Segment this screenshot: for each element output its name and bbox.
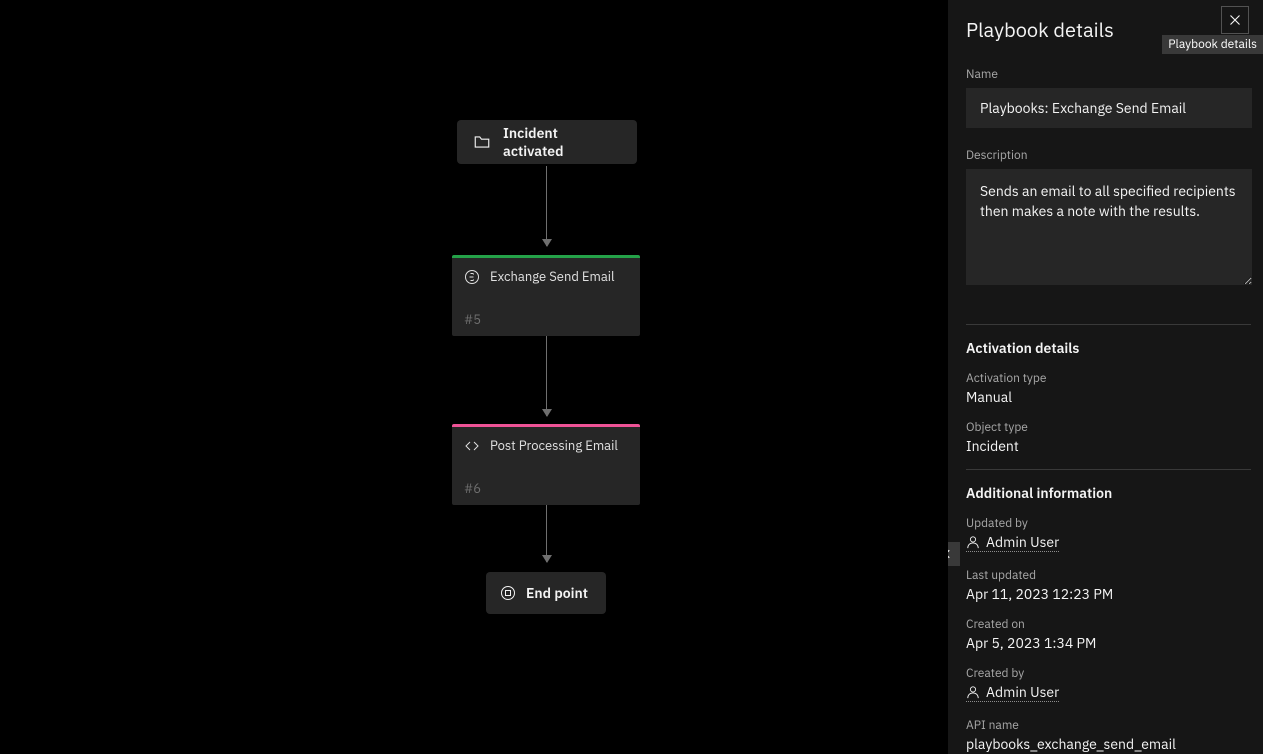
updated-by-user-link[interactable]: Admin User	[966, 533, 1059, 552]
created-by-value: Admin User	[986, 683, 1059, 701]
folder-icon	[473, 133, 491, 151]
function-icon	[464, 269, 480, 285]
description-label: Description	[966, 148, 1251, 163]
activation-type-value: Manual	[966, 388, 1251, 406]
created-on-label: Created on	[966, 617, 1251, 632]
user-icon	[966, 685, 980, 699]
collapse-panel-button[interactable]	[948, 542, 960, 566]
connector-arrow	[546, 332, 547, 416]
created-by-user-link[interactable]: Admin User	[966, 683, 1059, 702]
user-icon	[966, 535, 980, 549]
details-panel: Playbook details Playbook details Name D…	[948, 0, 1263, 754]
created-on-field: Created on Apr 5, 2023 1:34 PM	[966, 617, 1251, 652]
activation-type-label: Activation type	[966, 371, 1251, 386]
connector-arrow	[546, 502, 547, 562]
description-textarea[interactable]	[966, 169, 1252, 285]
close-tooltip: Playbook details	[1162, 35, 1263, 54]
function-node-exchange[interactable]: Exchange Send Email #5	[452, 255, 640, 336]
script-node-title: Post Processing Email	[490, 437, 618, 454]
function-node-id: #5	[464, 311, 628, 328]
start-node-label: Incident activated	[503, 124, 621, 160]
last-updated-label: Last updated	[966, 568, 1251, 583]
activation-type-field: Activation type Manual	[966, 371, 1251, 406]
flow-canvas[interactable]: Incident activated Exchange Send Email #…	[0, 0, 948, 754]
additional-info-heading: Additional information	[966, 484, 1251, 502]
stop-icon	[500, 585, 516, 601]
code-icon	[464, 438, 480, 454]
object-type-label: Object type	[966, 420, 1251, 435]
last-updated-value: Apr 11, 2023 12:23 PM	[966, 585, 1251, 603]
created-by-label: Created by	[966, 666, 1251, 681]
script-node-post[interactable]: Post Processing Email #6	[452, 424, 640, 505]
script-node-id: #6	[464, 480, 628, 497]
chevron-left-icon	[948, 549, 953, 559]
object-type-value: Incident	[966, 437, 1251, 455]
activation-details-heading: Activation details	[966, 339, 1251, 357]
created-on-value: Apr 5, 2023 1:34 PM	[966, 634, 1251, 652]
function-node-title: Exchange Send Email	[490, 268, 615, 285]
updated-by-value: Admin User	[986, 533, 1059, 551]
api-name-value: playbooks_exchange_send_email	[966, 735, 1251, 753]
updated-by-label: Updated by	[966, 516, 1251, 531]
end-node-label: End point	[526, 584, 588, 602]
close-panel-button[interactable]	[1221, 6, 1249, 34]
divider	[966, 324, 1251, 325]
last-updated-field: Last updated Apr 11, 2023 12:23 PM	[966, 568, 1251, 603]
name-label: Name	[966, 67, 1251, 82]
created-by-field: Created by Admin User	[966, 666, 1251, 704]
divider	[966, 469, 1251, 470]
close-icon	[1229, 14, 1241, 26]
object-type-field: Object type Incident	[966, 420, 1251, 455]
name-input[interactable]	[966, 88, 1252, 128]
end-node[interactable]: End point	[486, 572, 606, 614]
api-name-label: API name	[966, 718, 1251, 733]
start-node[interactable]: Incident activated	[457, 120, 637, 164]
connector-arrow	[546, 166, 547, 246]
api-name-field: API name playbooks_exchange_send_email	[966, 718, 1251, 753]
updated-by-field: Updated by Admin User	[966, 516, 1251, 554]
